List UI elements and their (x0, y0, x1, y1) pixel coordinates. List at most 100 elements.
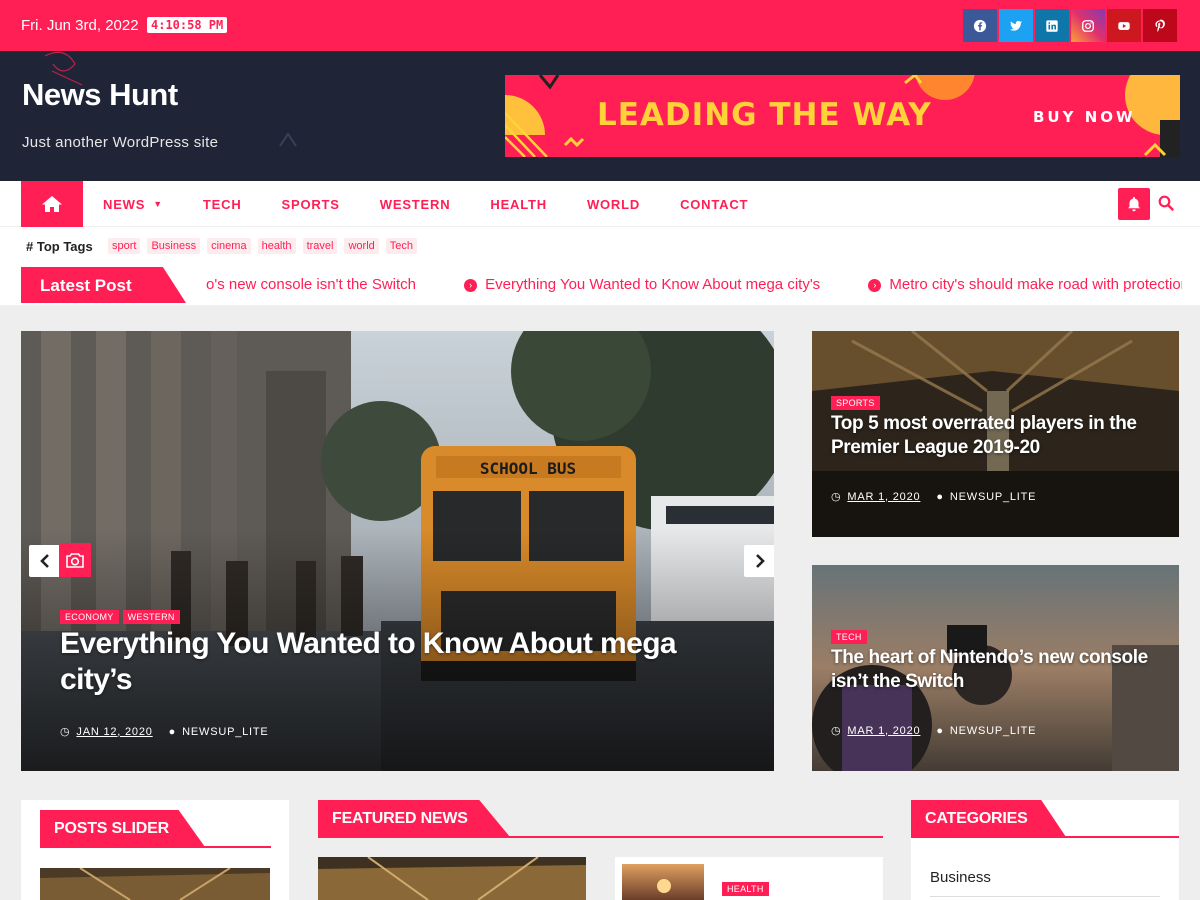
clock-icon: ◷ (831, 491, 842, 503)
tag-health[interactable]: health (257, 238, 296, 254)
main-navigation: NEWS ▼ TECH SPORTS WESTERN HEALTH WORLD C… (0, 181, 1200, 227)
side-post[interactable]: SPORTS Top 5 most overrated players in t… (812, 331, 1179, 537)
side-post-title[interactable]: Top 5 most overrated players in the Prem… (831, 412, 1161, 460)
category-badge[interactable]: WESTERN (122, 610, 180, 624)
tag-cinema[interactable]: cinema (207, 238, 251, 254)
section-underline (318, 836, 883, 838)
posts-slider-heading: POSTS SLIDER (40, 810, 205, 847)
side-post-meta: ◷ MAR 1, 2020 ● NEWSUP_LITE (831, 490, 1036, 504)
nav-world[interactable]: WORLD (567, 197, 660, 212)
category-badge[interactable]: ECONOMY (60, 610, 119, 624)
top-bar: Fri. Jun 3rd, 2022 4:10:58 PM (0, 0, 1200, 51)
ticker-track: o's new console isn't the Switch › Everyt… (206, 276, 1182, 293)
side-post-title[interactable]: The heart of Nintendo’s new console isn’… (831, 646, 1161, 694)
post-author[interactable]: NEWSUP_LITE (950, 725, 1036, 737)
tag-tech[interactable]: Tech (385, 238, 418, 254)
posts-slider-widget: POSTS SLIDER (21, 800, 289, 900)
header-ad-banner[interactable]: LEADING THE WAY BUY NOW (505, 75, 1180, 157)
hash-icon: # (26, 239, 37, 254)
pinterest-icon[interactable] (1143, 9, 1177, 42)
nav-sports[interactable]: SPORTS (262, 197, 360, 212)
linkedin-icon[interactable] (1035, 9, 1069, 42)
divider (930, 896, 1160, 897)
featured-card-image[interactable] (318, 857, 586, 900)
caret-down-icon: ▼ (153, 199, 163, 209)
tag-travel[interactable]: travel (302, 238, 338, 254)
post-date[interactable]: MAR 1, 2020 (847, 725, 920, 737)
chevron-right-icon (756, 554, 765, 568)
hero-title[interactable]: Everything You Wanted to Know About mega… (60, 626, 750, 698)
chevron-right-circle-icon: › (464, 279, 478, 292)
home-icon (42, 196, 62, 212)
home-button[interactable] (21, 181, 83, 227)
category-badge[interactable]: HEALTH (722, 882, 769, 896)
featured-card-thumb (622, 864, 704, 900)
slider-prev-button[interactable] (29, 545, 61, 577)
banner-headline: LEADING THE WAY (597, 97, 932, 133)
hero-meta: ◷ JAN 12, 2020 ● NEWSUP_LITE (60, 725, 269, 739)
latest-post-ticker: Latest Post o's new console isn't the Sw… (0, 265, 1200, 305)
featured-card[interactable]: HEALTH (615, 857, 883, 900)
top-tags-text: Top Tags (36, 239, 93, 254)
categories-widget: CATEGORIES Business (911, 800, 1179, 900)
section-underline (911, 836, 1179, 838)
categories-heading: CATEGORIES (911, 800, 1066, 837)
category-badge[interactable]: SPORTS (831, 396, 880, 410)
social-links (963, 9, 1179, 42)
post-author[interactable]: NEWSUP_LITE (182, 726, 268, 738)
search-button[interactable] (1156, 193, 1176, 213)
post-author[interactable]: NEWSUP_LITE (950, 491, 1036, 503)
top-tags-label: # Top Tags (26, 239, 93, 254)
nav-news-label: NEWS (103, 196, 146, 212)
section-underline (40, 846, 271, 848)
side-post-meta: ◷ MAR 1, 2020 ● NEWSUP_LITE (831, 724, 1036, 738)
notification-button[interactable] (1118, 188, 1150, 220)
post-date[interactable]: MAR 1, 2020 (847, 491, 920, 503)
tag-business[interactable]: Business (147, 238, 201, 254)
camera-icon (59, 543, 91, 577)
tag-sport[interactable]: sport (108, 238, 141, 254)
ticker-item[interactable]: o's new console isn't the Switch (206, 276, 438, 293)
user-icon: ● (936, 724, 944, 737)
facebook-icon[interactable] (963, 9, 997, 42)
search-icon (1158, 195, 1174, 211)
top-tags-bar: # Top Tags sport Business cinema health … (0, 227, 1200, 265)
side-post[interactable]: TECH The heart of Nintendo’s new console… (812, 565, 1179, 771)
clock-icon: ◷ (60, 726, 71, 738)
hero-image: SCHOOL BUS (21, 331, 774, 771)
nav-news[interactable]: NEWS ▼ (83, 197, 183, 212)
user-icon: ● (936, 490, 944, 503)
nav-tech[interactable]: TECH (183, 197, 262, 212)
nav-health[interactable]: HEALTH (470, 197, 567, 212)
post-date[interactable]: JAN 12, 2020 (76, 726, 152, 738)
youtube-icon[interactable] (1107, 9, 1141, 42)
instagram-icon[interactable] (1071, 9, 1105, 42)
chevron-right-circle-icon: › (868, 279, 882, 292)
chevron-left-icon (40, 554, 49, 568)
site-title[interactable]: News Hunt (22, 77, 178, 113)
ticker-item[interactable]: › Everything You Wanted to Know About meg… (464, 276, 842, 293)
bell-icon (1128, 197, 1140, 212)
ticker-item-text: Everything You Wanted to Know About mega… (485, 276, 821, 293)
slider-next-button[interactable] (744, 545, 774, 577)
current-date: Fri. Jun 3rd, 2022 (21, 17, 139, 34)
ticker-item-text: Metro city's should make road with prote… (889, 276, 1182, 293)
current-time: 4:10:58 PM (147, 17, 228, 33)
category-badge[interactable]: TECH (831, 630, 867, 644)
twitter-icon[interactable] (999, 9, 1033, 42)
nav-contact[interactable]: CONTACT (660, 197, 768, 212)
user-icon: ● (168, 725, 177, 738)
category-link[interactable]: Business (930, 869, 991, 886)
ticker-item[interactable]: › Metro city's should make road with prot… (868, 276, 1182, 293)
banner-cta[interactable]: BUY NOW (1033, 108, 1136, 126)
slider-thumb-image[interactable] (40, 868, 270, 900)
featured-news-section: FEATURED NEWS HEALTH (318, 800, 883, 900)
nav-western[interactable]: WESTERN (360, 197, 471, 212)
site-tagline: Just another WordPress site (22, 134, 219, 151)
latest-post-label: Latest Post (21, 267, 186, 303)
site-header: News Hunt Just another WordPress site LE… (0, 51, 1200, 181)
tag-world[interactable]: world (344, 238, 379, 254)
ticker-item-text: o's new console isn't the Switch (206, 276, 416, 293)
hero-slide[interactable]: SCHOOL BUS ECONOMYWESTERN Everything You… (21, 331, 774, 771)
clock-icon: ◷ (831, 725, 842, 737)
